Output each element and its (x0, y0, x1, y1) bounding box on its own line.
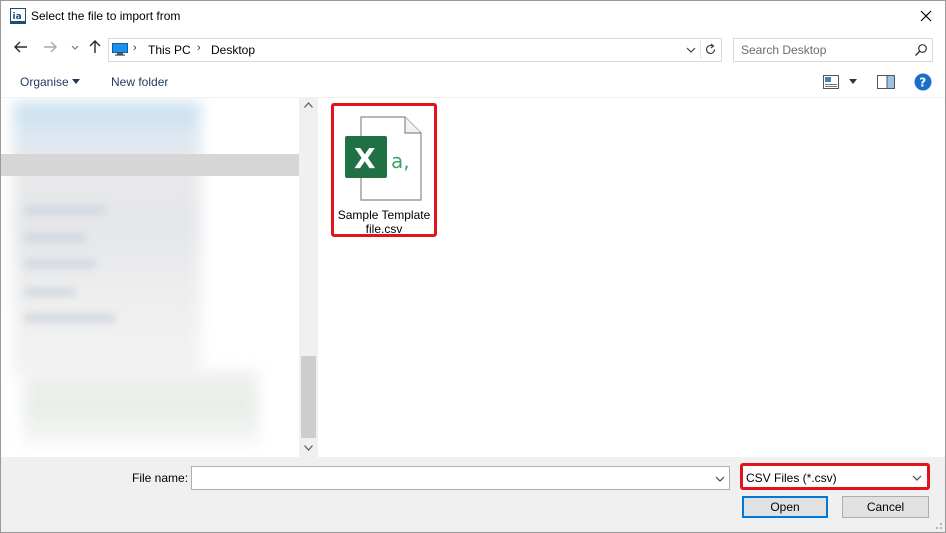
file-list-pane: X a, Sample Template file.csv (318, 98, 945, 457)
excel-csv-file-icon: X a, (345, 116, 422, 201)
search-placeholder: Search Desktop (741, 43, 827, 57)
forward-arrow-icon[interactable] (41, 38, 59, 56)
scroll-down-arrow-icon[interactable] (304, 445, 313, 451)
preview-pane-icon[interactable] (877, 74, 895, 90)
close-icon[interactable] (915, 5, 937, 27)
svg-text:ia: ia (13, 12, 22, 22)
file-name-label: Sample Template file.csv (337, 208, 431, 236)
address-dropdown-chevron-icon[interactable] (685, 44, 697, 56)
blurred-nav-item[interactable] (25, 314, 115, 322)
file-item-sample-template[interactable]: X a, Sample Template file.csv (331, 103, 437, 237)
blurred-navigation-tree-lower (23, 370, 259, 444)
view-options-dropdown-icon[interactable] (849, 79, 857, 84)
organise-menu-button[interactable]: Organise (20, 75, 69, 89)
resize-grip-icon[interactable] (931, 518, 943, 530)
file-type-dropdown-chevron-icon[interactable] (912, 475, 922, 481)
address-row: › This PC › Desktop Search Desktop (1, 34, 945, 64)
breadcrumb-desktop[interactable]: Desktop (211, 43, 255, 57)
this-pc-icon (112, 43, 128, 56)
scrollbar-thumb[interactable] (301, 356, 316, 438)
svg-text:?: ? (919, 76, 926, 90)
address-bar[interactable]: › This PC › Desktop (108, 38, 722, 62)
navigation-scrollbar[interactable] (299, 98, 317, 457)
blurred-nav-item[interactable] (25, 206, 105, 214)
new-folder-button[interactable]: New folder (111, 75, 168, 89)
file-type-select[interactable]: CSV Files (*.csv) (740, 463, 930, 490)
title-bar: ia Select the file to import from (1, 1, 945, 31)
recent-locations-chevron-icon[interactable] (66, 38, 84, 56)
svg-text:X: X (354, 142, 376, 175)
up-arrow-icon[interactable] (86, 38, 104, 56)
breadcrumb-separator-icon: › (133, 42, 137, 54)
file-name-dropdown-chevron-icon[interactable] (715, 476, 725, 482)
breadcrumb-this-pc[interactable]: This PC (148, 43, 191, 57)
selected-nav-item[interactable] (1, 154, 299, 176)
file-open-dialog: ia Select the file to import from › This… (0, 0, 946, 533)
refresh-icon[interactable] (700, 40, 720, 59)
blurred-nav-item[interactable] (25, 288, 75, 296)
app-icon: ia (10, 8, 26, 24)
search-icon (915, 44, 927, 56)
file-name-input[interactable] (191, 466, 730, 490)
blurred-nav-item[interactable] (25, 234, 85, 242)
breadcrumb-separator-icon: › (197, 42, 201, 54)
change-view-icon[interactable] (823, 75, 839, 89)
open-button[interactable]: Open (742, 496, 828, 518)
help-icon[interactable]: ? (914, 73, 932, 91)
file-type-selected-value: CSV Files (*.csv) (746, 471, 837, 485)
search-input[interactable]: Search Desktop (733, 38, 933, 62)
window-title: Select the file to import from (31, 9, 181, 23)
navigation-pane[interactable] (1, 98, 317, 457)
blurred-nav-item[interactable] (25, 260, 95, 268)
svg-text:a,: a, (391, 149, 410, 173)
back-arrow-icon[interactable] (12, 38, 30, 56)
cancel-button[interactable]: Cancel (842, 496, 929, 518)
scroll-up-arrow-icon[interactable] (304, 102, 313, 108)
dialog-footer: File name: CSV Files (*.csv) Open Cancel (1, 457, 945, 532)
file-name-label: File name: (132, 471, 189, 485)
command-toolbar: Organise New folder ? (1, 67, 945, 98)
organise-dropdown-caret-icon[interactable] (72, 79, 80, 84)
